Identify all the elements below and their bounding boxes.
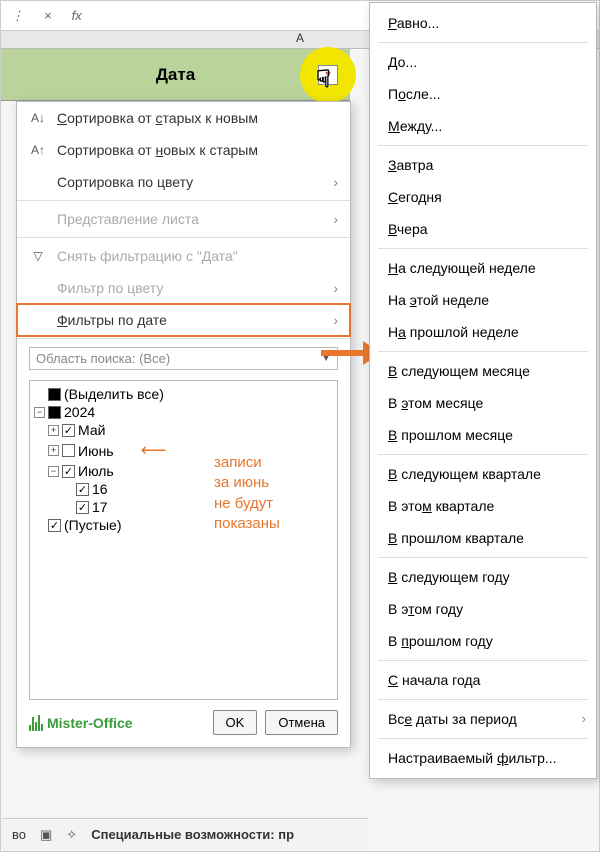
- filter-by-color: Фильтр по цвету ›: [17, 272, 350, 304]
- sub-this-month[interactable]: В этом месяцеВ этом месяце: [370, 387, 596, 419]
- tree-label: 2024: [64, 404, 95, 420]
- logo: Mister-Office: [29, 715, 133, 731]
- sort-asc[interactable]: A↓ ССортировка от старых к новымортировк…: [17, 102, 350, 134]
- sub-last-year[interactable]: В прошлом годуВ прошлом году: [370, 625, 596, 657]
- funnel-clear-icon: ▽: [29, 249, 47, 263]
- filter-tree[interactable]: (Выделить все) − 2024 + Май + Июнь ⟵ − И…: [29, 380, 338, 700]
- checkbox-unchecked-icon[interactable]: [62, 444, 75, 457]
- tree-label: 17: [92, 499, 108, 515]
- tree-label: Май: [78, 422, 105, 438]
- logo-text: Mister-Office: [47, 715, 133, 731]
- tree-year[interactable]: − 2024: [34, 403, 333, 421]
- filter-color-label: Фильтр по цвету: [57, 280, 163, 296]
- checkbox-partial-icon[interactable]: [48, 388, 61, 401]
- sort-asc-icon: A↓: [29, 111, 47, 125]
- sub-last-month[interactable]: В прошлом месяцеВ прошлом месяце: [370, 419, 596, 451]
- header-cell[interactable]: Дата ▾ ☟: [1, 49, 350, 101]
- filter-date-label: Фильтры по дате: [57, 312, 167, 328]
- sort-desc[interactable]: A↑ Сортировка от новых к старым Сортиров…: [17, 134, 350, 166]
- button-row: Mister-Office OK Отмена: [17, 700, 350, 747]
- tree-select-all[interactable]: (Выделить все): [34, 385, 333, 403]
- search-input[interactable]: Область поиска: (Все) ▼: [29, 347, 338, 370]
- ok-button[interactable]: OK: [213, 710, 258, 735]
- formula-sep: ⋮: [11, 8, 24, 24]
- sub-tomorrow[interactable]: ЗавтраЗавтра: [370, 149, 596, 181]
- cursor-hand-icon: ☟: [316, 65, 331, 94]
- anno-arrow-icon: ⟵: [141, 440, 167, 461]
- header-cell-text: Дата: [156, 65, 195, 85]
- logo-bars-icon: [29, 715, 43, 731]
- sub-next-quarter[interactable]: В следующем кварталеВ следующем квартале: [370, 458, 596, 490]
- search-placeholder: Область поиска: (Все): [36, 351, 170, 366]
- a11y-icon[interactable]: ✧: [66, 827, 77, 843]
- checkbox-checked-icon[interactable]: [76, 483, 89, 496]
- sub-last-quarter[interactable]: В прошлом кварталеВ прошлом квартале: [370, 522, 596, 554]
- status-bar: во ▣ ✧ Специальные возможности: пр: [2, 818, 368, 850]
- status-left: во: [12, 827, 26, 842]
- sub-this-year[interactable]: В этом годуВ этом году: [370, 593, 596, 625]
- sub-ytd[interactable]: С начала годаС начала года: [370, 664, 596, 696]
- date-filter-submenu: Равно...Равно... До...До... После...Посл…: [369, 2, 597, 779]
- sub-next-month[interactable]: В следующем месяцеВ следующем месяце: [370, 355, 596, 387]
- checkbox-partial-icon[interactable]: [48, 406, 61, 419]
- tree-label: (Выделить все): [64, 386, 164, 402]
- sub-equals[interactable]: Равно...Равно...: [370, 7, 596, 39]
- record-icon[interactable]: ▣: [40, 827, 52, 843]
- chevron-right-icon: ›: [333, 312, 338, 328]
- tree-label: Июнь: [78, 443, 114, 459]
- sub-last-week[interactable]: На прошлой неделеНа прошлой неделе: [370, 316, 596, 348]
- search-area: Область поиска: (Все) ▼: [17, 341, 350, 376]
- checkbox-checked-icon[interactable]: [48, 519, 61, 532]
- filter-by-date[interactable]: Фильтры по дате Фильтры по дате ›: [17, 304, 350, 336]
- tree-label: 16: [92, 481, 108, 497]
- expand-icon[interactable]: +: [48, 425, 59, 436]
- clear-filter-label: Снять фильтрацию с "Дата": [57, 248, 238, 264]
- highlight-circle: ▾ ☟: [300, 47, 356, 103]
- tree-may[interactable]: + Май: [48, 421, 333, 439]
- sort-desc-icon: A↑: [29, 143, 47, 157]
- cancel-button[interactable]: Отмена: [265, 710, 338, 735]
- collapse-icon[interactable]: −: [34, 407, 45, 418]
- fx-label: fx: [72, 8, 82, 23]
- sub-after[interactable]: После...После...: [370, 78, 596, 110]
- checkbox-checked-icon[interactable]: [62, 465, 75, 478]
- sort-by-color[interactable]: Сортировка по цвету ›: [17, 166, 350, 198]
- collapse-icon[interactable]: −: [48, 466, 59, 477]
- clear-filter: ▽ Снять фильтрацию с "Дата": [17, 240, 350, 272]
- sheet-view-label: Представление листа: [57, 211, 199, 227]
- autofilter-dropdown: A↓ ССортировка от старых к новымортировк…: [16, 101, 351, 748]
- sub-before[interactable]: До...До...: [370, 46, 596, 78]
- chevron-right-icon: ›: [333, 174, 338, 190]
- sort-color-label: Сортировка по цвету: [57, 174, 193, 190]
- column-letter: A: [296, 31, 304, 45]
- a11y-text: Специальные возможности: пр: [91, 827, 294, 842]
- sub-custom[interactable]: Настраиваемый фильтр...Настраиваемый фил…: [370, 742, 596, 774]
- checkbox-checked-icon[interactable]: [62, 424, 75, 437]
- tree-label: Июль: [78, 463, 114, 479]
- formula-x: ×: [44, 8, 52, 23]
- sub-all-period[interactable]: Все даты за период›Все даты за период: [370, 703, 596, 735]
- checkbox-checked-icon[interactable]: [76, 501, 89, 514]
- annotation-text: записи за июнь не будут показаны: [214, 453, 334, 534]
- sub-this-week[interactable]: На этой неделеНа этой неделе: [370, 284, 596, 316]
- expand-icon[interactable]: +: [48, 445, 59, 456]
- sub-next-week[interactable]: На следующей неделеНа следующей неделе: [370, 252, 596, 284]
- sub-today[interactable]: СегодняСегодня: [370, 181, 596, 213]
- chevron-right-icon: ›: [582, 711, 586, 726]
- sheet-view: Представление листа ›: [17, 203, 350, 235]
- chevron-right-icon: ›: [333, 280, 338, 296]
- sub-this-quarter[interactable]: В этом кварталеВ этом квартале: [370, 490, 596, 522]
- sub-yesterday[interactable]: ВчераВчера: [370, 213, 596, 245]
- tree-label: (Пустые): [64, 517, 122, 533]
- sub-next-year[interactable]: В следующем годуВ следующем году: [370, 561, 596, 593]
- chevron-right-icon: ›: [333, 211, 338, 227]
- sub-between[interactable]: Между...Между...: [370, 110, 596, 142]
